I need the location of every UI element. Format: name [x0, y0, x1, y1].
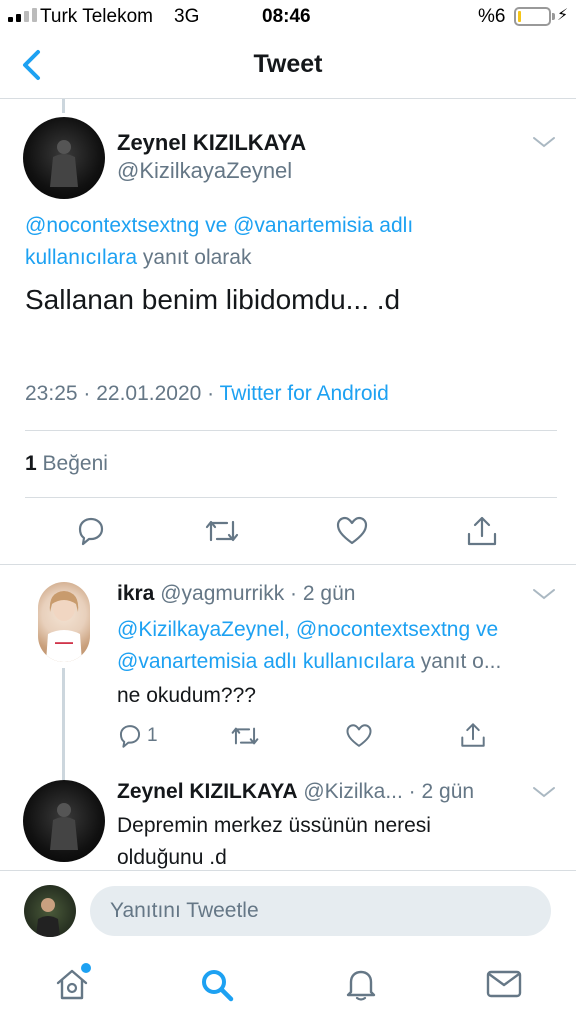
- retweet-icon: [231, 727, 259, 745]
- reply-meta: @yagmurrikk · 2 gün: [160, 582, 356, 605]
- likes-summary[interactable]: 1 Beğeni: [25, 452, 108, 476]
- likes-count: 1: [25, 452, 37, 475]
- retweet-button[interactable]: [229, 722, 261, 755]
- search-icon: [202, 970, 234, 1002]
- chevron-down-icon: [533, 787, 555, 798]
- divider: [0, 564, 576, 565]
- carrier-label: Turk Telekom: [40, 6, 153, 27]
- mention-link[interactable]: @vanartemisia adlı kullanıcılara: [117, 650, 415, 673]
- avatar-figure: [36, 898, 60, 937]
- reply-author-name[interactable]: Zeynel KIZILKAYA: [117, 780, 298, 803]
- divider: [25, 430, 557, 431]
- avatar-figure: [50, 803, 78, 850]
- reply-menu-button[interactable]: [531, 586, 557, 607]
- mention-link[interactable]: @KizilkayaZeynel, @nocontextsextng ve: [117, 618, 498, 641]
- reply-author-name[interactable]: ikra: [117, 582, 154, 605]
- reply-context: @KizilkayaZeynel, @nocontextsextng ve @v…: [117, 614, 567, 678]
- reply-icon: [119, 725, 141, 748]
- notifications-icon: [346, 970, 376, 1001]
- reply-text: Depremin merkez üssünün neresi olduğunu …: [117, 810, 431, 874]
- reply-count: 1: [147, 725, 158, 746]
- tweet-text: Sallanan benim libidomdu... .d: [25, 284, 401, 315]
- share-icon: [467, 516, 497, 546]
- avatar[interactable]: [23, 780, 105, 862]
- signal-icon: [8, 8, 37, 22]
- reply-header: Zeynel KIZILKAYA @Kizilka... · 2 gün: [117, 780, 474, 804]
- retweet-icon: [205, 520, 239, 542]
- avatar[interactable]: ▬▬▬: [38, 582, 90, 662]
- reply-button[interactable]: 1: [116, 722, 158, 750]
- chevron-down-icon: [533, 589, 555, 600]
- reply-icon: [78, 517, 104, 546]
- page-title: Tweet: [253, 50, 323, 78]
- share-icon: [461, 723, 485, 747]
- avatar[interactable]: [23, 117, 105, 199]
- thread-line: [62, 668, 65, 780]
- thread-line: [62, 99, 65, 113]
- like-button[interactable]: [345, 722, 373, 755]
- reply-context-suffix: yanıt o...: [420, 650, 502, 673]
- battery-percent: %6: [478, 6, 506, 27]
- reply-meta: @Kizilka... · 2 gün: [303, 780, 475, 803]
- messages-icon: [486, 970, 522, 998]
- reply-text-line: olduğunu .d: [117, 846, 227, 869]
- avatar-figure: ▬▬▬: [46, 591, 82, 662]
- reply-text: ne okudum???: [117, 684, 256, 707]
- tab-search[interactable]: [198, 966, 236, 1009]
- reply-button[interactable]: [74, 514, 108, 553]
- network-label: 3G: [174, 6, 200, 27]
- tweet-source-link[interactable]: Twitter for Android: [220, 382, 389, 405]
- mention-link[interactable]: @nocontextsextng ve @vanartemisia adlı: [25, 214, 413, 237]
- reply-text-line: Depremin merkez üssünün neresi: [117, 814, 431, 837]
- reply-menu-button[interactable]: [531, 784, 557, 805]
- clock: 08:46: [262, 6, 311, 27]
- like-button[interactable]: [335, 514, 369, 553]
- share-button[interactable]: [459, 721, 487, 754]
- charging-icon: ⚡: [557, 7, 569, 24]
- tweet-timestamp: 23:25 · 22.01.2020 ·: [25, 382, 220, 405]
- author-name[interactable]: Zeynel KIZILKAYA: [117, 130, 306, 156]
- avatar-figure: [50, 140, 78, 187]
- battery-icon: [514, 7, 555, 26]
- reply-input[interactable]: Yanıtını Tweetle: [90, 886, 551, 936]
- svg-text:▬▬▬: ▬▬▬: [55, 640, 73, 646]
- likes-label: Beğeni: [42, 452, 108, 475]
- reply-context-suffix: yanıt olarak: [142, 246, 252, 269]
- retweet-button[interactable]: [203, 514, 241, 553]
- notification-dot: [81, 963, 91, 973]
- reply-context: @nocontextsextng ve @vanartemisia adlı k…: [25, 210, 413, 274]
- heart-icon: [336, 516, 368, 545]
- mention-link[interactable]: kullanıcılara: [25, 246, 137, 269]
- share-button[interactable]: [465, 514, 499, 553]
- chevron-down-icon: [533, 137, 555, 148]
- tweet-menu-button[interactable]: [531, 134, 557, 155]
- author-handle[interactable]: @KizilkayaZeynel: [117, 158, 292, 184]
- tab-messages[interactable]: [485, 968, 523, 1005]
- reply-header: ikra @yagmurrikk · 2 gün: [117, 582, 355, 606]
- status-bar: Turk Telekom 3G 08:46 %6 ⚡: [0, 0, 576, 34]
- header-divider: [0, 98, 576, 99]
- tab-notifications[interactable]: [343, 966, 379, 1007]
- tweet-timestamp-row: 23:25 · 22.01.2020 · Twitter for Android: [25, 382, 389, 406]
- divider: [25, 497, 557, 498]
- heart-icon: [346, 724, 372, 747]
- my-avatar[interactable]: [24, 885, 76, 937]
